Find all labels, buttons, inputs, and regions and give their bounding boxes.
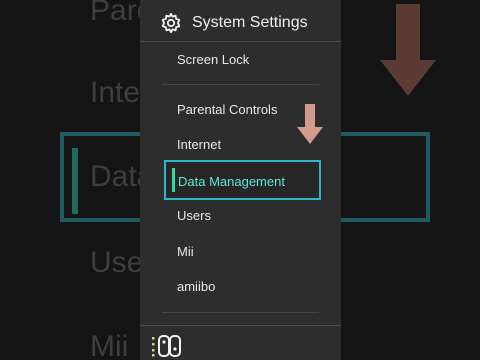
joycon-controller-icon — [152, 335, 181, 357]
system-settings-panel: System Settings Screen Lock Parental Con… — [140, 0, 341, 360]
menu-item-parental-controls[interactable]: Parental Controls — [177, 102, 277, 117]
menu-item-label: Data Management — [178, 174, 285, 189]
gear-icon — [161, 12, 181, 34]
bg-down-arrow-icon — [380, 4, 436, 96]
page-title: System Settings — [192, 14, 308, 31]
menu-divider — [162, 312, 319, 313]
menu-divider — [162, 84, 319, 85]
menu-item-users[interactable]: Users — [177, 208, 211, 223]
panel-header: System Settings — [140, 0, 341, 42]
menu-item-internet[interactable]: Internet — [177, 137, 221, 152]
bg-label-mii: Mii — [90, 330, 129, 360]
selection-indicator — [172, 168, 175, 192]
menu-item-screen-lock[interactable]: Screen Lock — [177, 52, 249, 67]
menu-item-amiibo[interactable]: amiibo — [177, 279, 215, 294]
menu-item-data-management[interactable]: Data Management — [164, 160, 321, 200]
down-arrow-icon — [297, 104, 323, 144]
panel-footer — [140, 325, 341, 360]
bg-selection-bar — [72, 148, 78, 214]
menu-item-mii[interactable]: Mii — [177, 244, 194, 259]
